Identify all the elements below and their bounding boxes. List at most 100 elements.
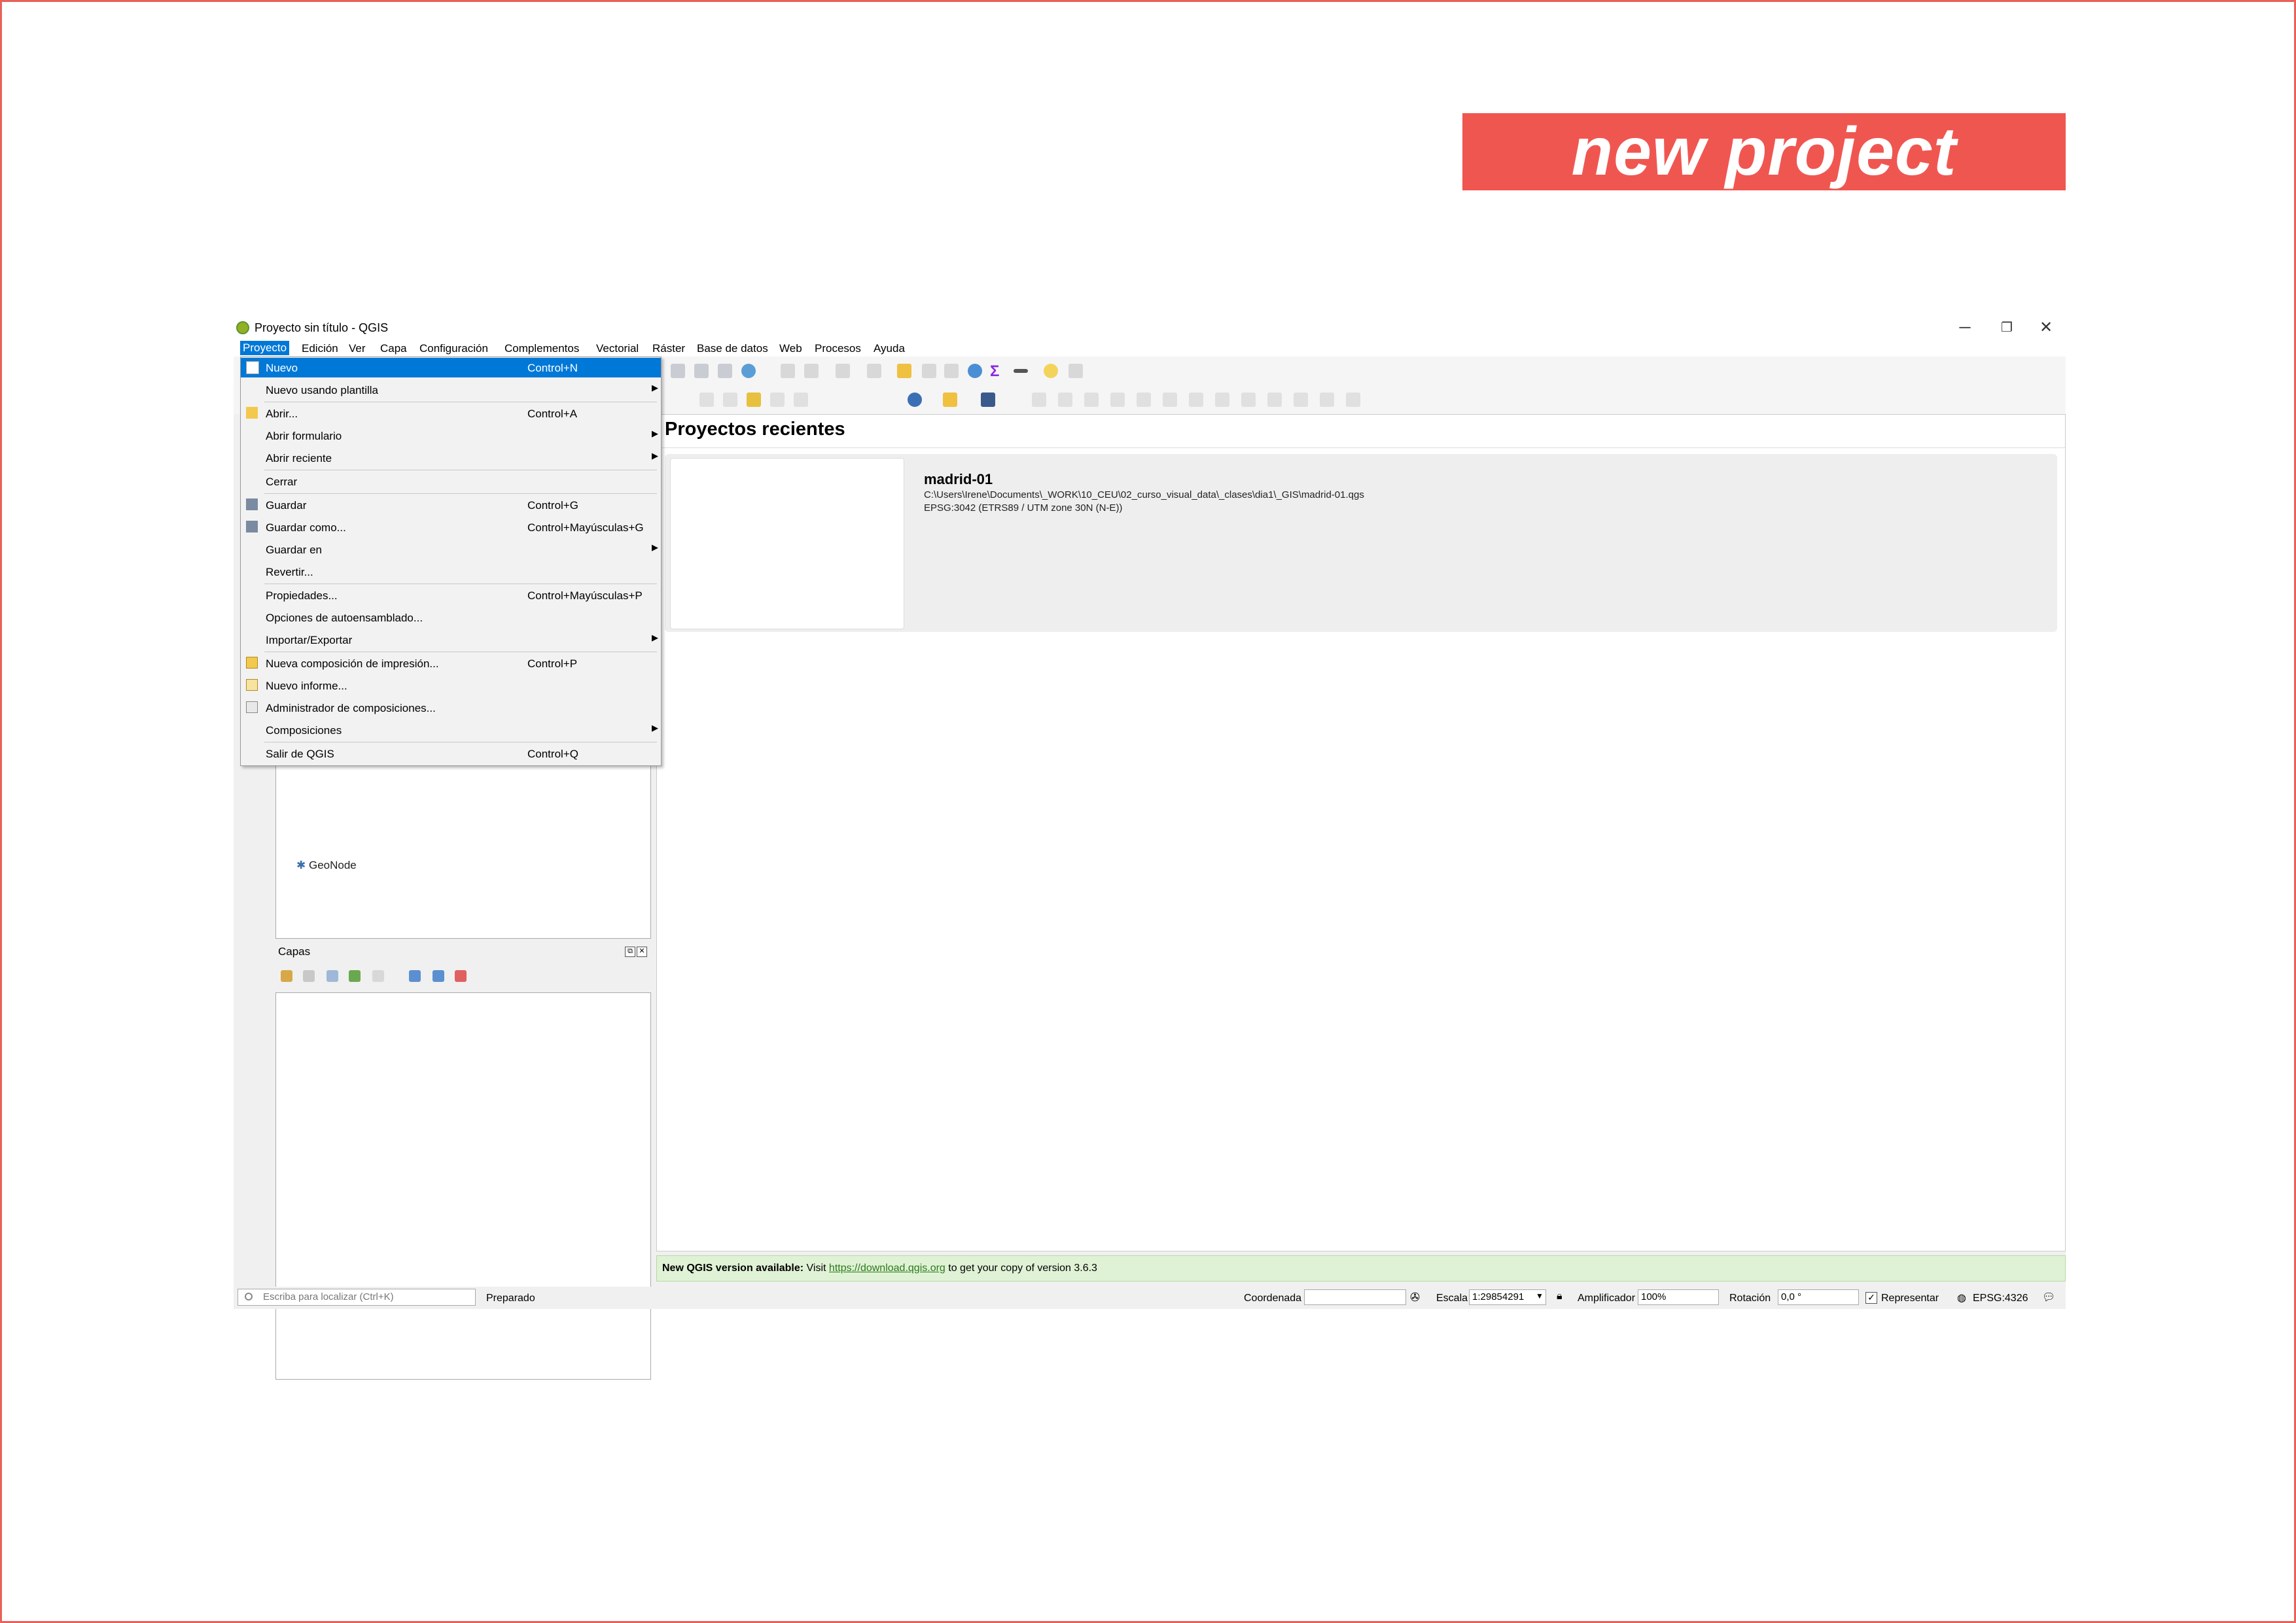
style-icon[interactable] — [281, 970, 292, 982]
save-toolbar-icon[interactable] — [718, 364, 732, 378]
menu-procesos[interactable]: Procesos — [815, 342, 861, 355]
fill-ring-icon[interactable] — [1163, 393, 1177, 407]
menu-item-autoensamblado[interactable]: Opciones de autoensamblado... — [241, 608, 661, 627]
reshape-icon[interactable] — [1241, 393, 1256, 407]
menu-item-abrir-reciente[interactable]: Abrir reciente ▶ — [241, 448, 661, 468]
crs-button[interactable]: EPSG:4326 — [1973, 1293, 2028, 1304]
menu-configuracion[interactable]: Configuración — [419, 342, 488, 355]
close-dock-icon[interactable]: ✕ — [637, 947, 647, 957]
report-icon — [246, 679, 258, 691]
menu-item-guardar-como[interactable]: Guardar como... Control+Mayúsculas+G — [241, 517, 661, 537]
rotate-feature-icon[interactable] — [1058, 393, 1072, 407]
statistics-sigma-icon[interactable]: Σ — [990, 362, 1004, 380]
menu-vectorial[interactable]: Vectorial — [596, 342, 639, 355]
gear-icon[interactable] — [804, 364, 819, 378]
magnifier-field[interactable]: 100% — [1638, 1289, 1719, 1305]
menu-item-nuevo-plantilla[interactable]: Nuevo usando plantilla ▶ — [241, 380, 661, 400]
measure-icon[interactable] — [1014, 369, 1028, 373]
map-tips-icon[interactable] — [1044, 364, 1058, 378]
split-icon[interactable] — [1294, 393, 1308, 407]
processing-icon[interactable] — [968, 364, 982, 378]
download-link[interactable]: https://download.qgis.org — [829, 1263, 945, 1274]
menu-item-guardar-en[interactable]: Guardar en ▶ — [241, 540, 661, 559]
python-icon[interactable] — [943, 393, 957, 407]
remove-layer-icon[interactable] — [455, 970, 467, 982]
advanced-digitize-icon[interactable] — [1032, 393, 1046, 407]
recent-project-card[interactable]: madrid-01 C:\Users\Irene\Documents\_WORK… — [665, 454, 2057, 632]
render-label: Representar — [1881, 1293, 1939, 1304]
menu-item-salir[interactable]: Salir de QGIS Control+Q — [241, 744, 661, 763]
menu-item-nuevo[interactable]: Nuevo Control+N — [241, 358, 661, 377]
delete-part-icon[interactable] — [1215, 393, 1229, 407]
close-button[interactable]: ✕ — [2026, 317, 2066, 338]
delete-ring-icon[interactable] — [1189, 393, 1203, 407]
menu-web[interactable]: Web — [779, 342, 802, 355]
menu-base-de-datos[interactable]: Base de datos — [697, 342, 768, 355]
merge-icon[interactable] — [1320, 393, 1334, 407]
add-part-icon[interactable] — [1137, 393, 1151, 407]
render-checkbox[interactable]: ✓ — [1865, 1292, 1877, 1304]
menu-item-guardar[interactable]: Guardar Control+G — [241, 495, 661, 515]
rotation-field[interactable]: 0,0 ° — [1778, 1289, 1859, 1305]
minimize-button[interactable]: ─ — [1945, 317, 1985, 338]
add-group-icon[interactable] — [303, 970, 315, 982]
attribute-table-icon[interactable] — [922, 364, 936, 378]
move-feature-icon[interactable] — [770, 393, 785, 407]
coordinate-label: Coordenada — [1244, 1293, 1302, 1304]
restore-button[interactable]: ❐ — [1987, 317, 2026, 338]
menu-item-revertir[interactable]: Revertir... — [241, 562, 661, 582]
menu-complementos[interactable]: Complementos — [504, 342, 579, 355]
identify-icon[interactable] — [781, 364, 795, 378]
lock-icon[interactable]: 🔒︎ — [1557, 1291, 1563, 1302]
menu-proyecto[interactable]: Proyecto — [240, 341, 290, 355]
scale-field[interactable]: 1:29854291 — [1469, 1289, 1546, 1305]
layers-toolbar — [278, 968, 645, 987]
layout-manager-toolbar-icon[interactable] — [694, 364, 709, 378]
qgis-logo-icon — [236, 321, 249, 334]
messages-icon[interactable]: 💬︎ — [2042, 1291, 2055, 1304]
menu-item-propiedades[interactable]: Propiedades... Control+Mayúsculas+P — [241, 585, 661, 605]
metasearch-icon[interactable] — [981, 393, 995, 407]
refresh-icon[interactable] — [741, 364, 756, 378]
deselect-icon[interactable] — [867, 364, 881, 378]
add-ring-icon[interactable] — [1110, 393, 1125, 407]
print-layout-toolbar-icon[interactable] — [671, 364, 685, 378]
menu-ver[interactable]: Ver — [349, 342, 366, 355]
menu-item-importar-exportar[interactable]: Importar/Exportar ▶ — [241, 630, 661, 650]
collapse-all-icon[interactable] — [433, 970, 444, 982]
menu-item-administrador-composiciones[interactable]: Administrador de composiciones... — [241, 698, 661, 718]
text-annotation-icon[interactable] — [1069, 364, 1083, 378]
coordinate-toggle-icon[interactable]: ✇ — [1410, 1291, 1420, 1304]
rotate-label-icon[interactable] — [1346, 393, 1360, 407]
menu-item-composiciones[interactable]: Composiciones ▶ — [241, 720, 661, 740]
digitize-icon[interactable] — [699, 393, 714, 407]
scale-dropdown-chevron-icon[interactable]: ▼ — [1536, 1291, 1544, 1300]
menu-ayuda[interactable]: Ayuda — [874, 342, 905, 355]
expand-all-icon[interactable] — [409, 970, 421, 982]
menu-capa[interactable]: Capa — [380, 342, 407, 355]
visibility-icon[interactable] — [327, 970, 338, 982]
menu-item-nuevo-informe[interactable]: Nuevo informe... — [241, 676, 661, 695]
menu-item-abrir-formulario[interactable]: Abrir formulario ▶ — [241, 426, 661, 445]
filter-legend-icon[interactable] — [372, 970, 384, 982]
delete-feature-icon[interactable] — [794, 393, 808, 407]
select-features-icon[interactable] — [897, 364, 911, 378]
browser-item-geonode[interactable]: ✱ GeoNode — [296, 859, 357, 872]
simplify-icon[interactable] — [1084, 393, 1099, 407]
menu-item-nueva-composicion[interactable]: Nueva composición de impresión... Contro… — [241, 654, 661, 673]
menu-item-abrir[interactable]: Abrir... Control+A — [241, 404, 661, 423]
filter-icon[interactable] — [349, 970, 361, 982]
field-calc-icon[interactable] — [944, 364, 959, 378]
vertex-icon[interactable] — [723, 393, 737, 407]
menu-raster[interactable]: Ráster — [652, 342, 685, 355]
undock-icon[interactable]: ⧉ — [625, 947, 635, 957]
locator-input[interactable]: Escriba para localizar (Ctrl+K) — [238, 1289, 476, 1306]
offset-curve-icon[interactable] — [1267, 393, 1282, 407]
globe-icon[interactable] — [908, 393, 922, 407]
coordinate-field[interactable] — [1304, 1289, 1406, 1305]
status-message: Preparado — [486, 1293, 535, 1304]
select-icon[interactable] — [836, 364, 850, 378]
menu-item-cerrar[interactable]: Cerrar — [241, 472, 661, 491]
add-feature-icon[interactable] — [747, 393, 761, 407]
menu-edicion[interactable]: Edición — [302, 342, 338, 355]
